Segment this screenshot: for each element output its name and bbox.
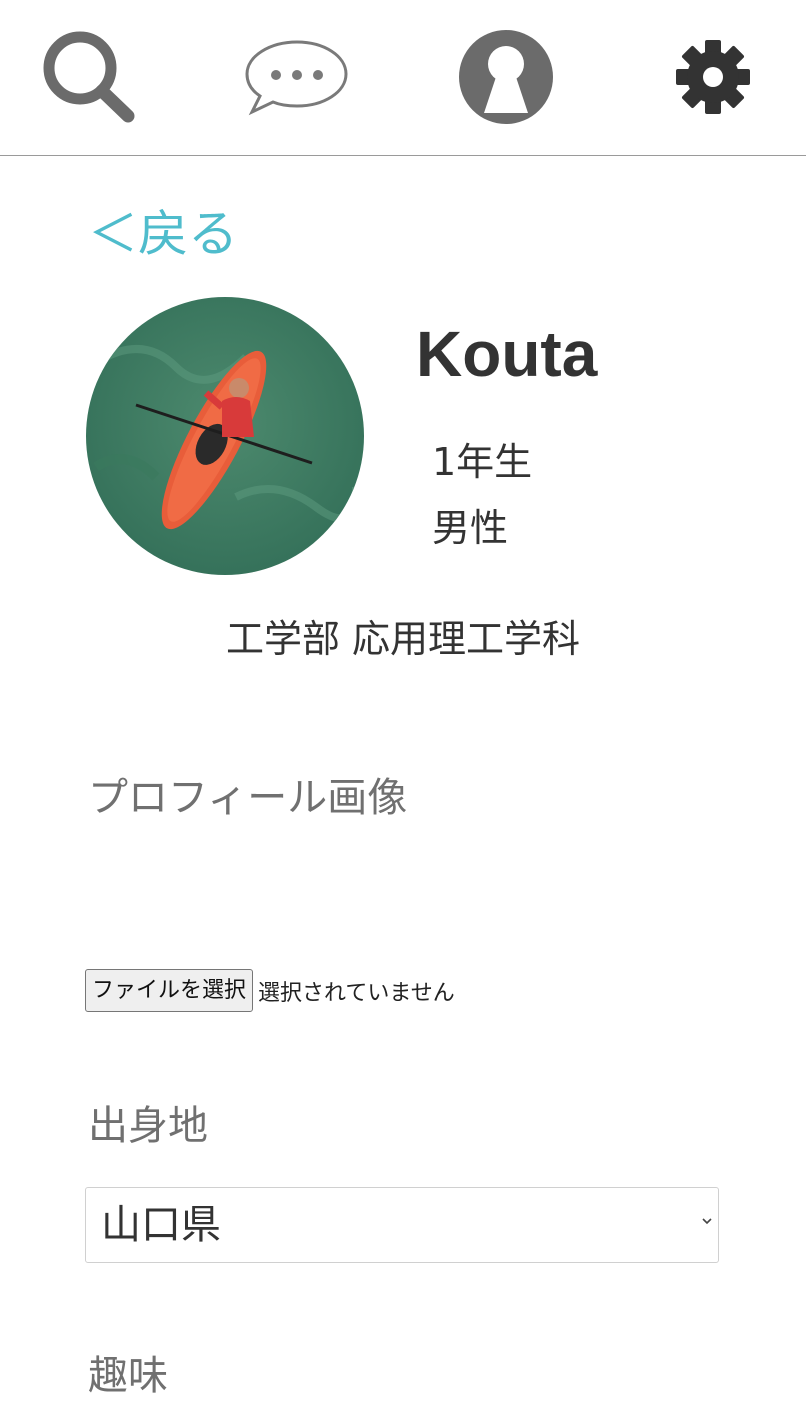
- chevron-down-icon: [702, 1218, 712, 1225]
- gear-icon: [676, 40, 750, 114]
- avatar: [86, 297, 364, 575]
- hometown-selected-value: 山口県: [101, 1202, 221, 1248]
- hometown-select[interactable]: 山口県: [85, 1187, 719, 1263]
- hobby-label: 趣味: [88, 1353, 168, 1399]
- search-button[interactable]: [35, 22, 145, 132]
- chat-bubble-icon: [245, 40, 348, 116]
- profile-icon: [459, 30, 553, 124]
- file-status-text: 選択されていません: [258, 980, 455, 1006]
- choose-file-button[interactable]: ファイルを選択: [85, 969, 254, 1012]
- file-upload: ファイルを選択 選択されていません: [85, 969, 455, 1012]
- user-department: 工学部 応用理工学科: [225, 617, 581, 661]
- messages-button[interactable]: [242, 22, 352, 132]
- profile-image-label: プロフィール画像: [88, 775, 408, 821]
- profile-button[interactable]: [451, 22, 561, 132]
- user-gender: 男性: [432, 506, 509, 550]
- user-grade: 1年生: [432, 440, 533, 484]
- hometown-label: 出身地: [88, 1103, 208, 1149]
- user-name: Kouta: [416, 318, 598, 390]
- back-link[interactable]: ＜戻る: [88, 204, 238, 264]
- search-icon: [43, 31, 135, 123]
- avatar-photo: [86, 297, 364, 575]
- top-navigation: [0, 0, 806, 156]
- settings-button[interactable]: [658, 22, 768, 132]
